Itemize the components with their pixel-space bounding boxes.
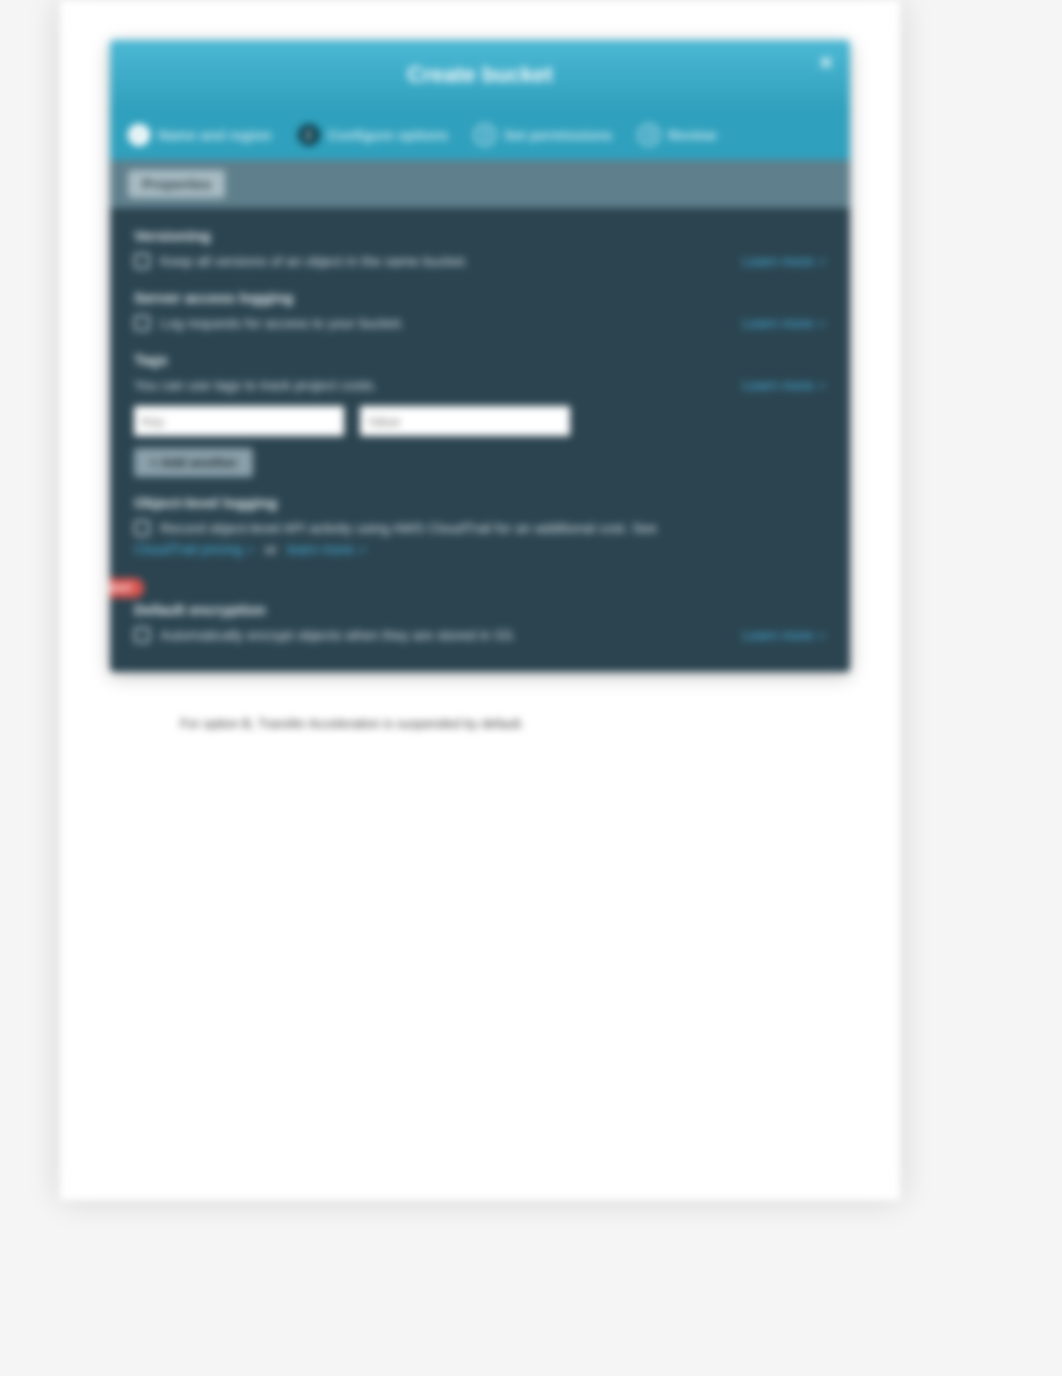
step-2-label: Configure options (328, 127, 449, 143)
sub-bar: Properties (110, 160, 850, 208)
object-logging-checkbox[interactable] (134, 520, 150, 536)
external-icon: ↗ (817, 257, 826, 269)
logging-title: Server access logging (134, 290, 826, 307)
versioning-checkbox[interactable] (134, 253, 150, 269)
external-icon: ↗ (817, 631, 826, 643)
versioning-title: Versioning (134, 228, 826, 245)
tag-key-input[interactable]: Key (134, 406, 344, 436)
logging-group: Server access logging Log requests for a… (134, 290, 826, 334)
step-1-indicator: ✓ (128, 124, 150, 146)
step-1-label: Name and region (158, 127, 272, 143)
object-logging-group: Object-level logging Record object-level… (134, 495, 826, 560)
step-set-permissions[interactable]: 3 Set permissions (464, 120, 622, 150)
or-text: or (265, 539, 277, 560)
tags-title: Tags (134, 352, 826, 369)
object-logging-desc: Record object-level API activity using A… (160, 518, 826, 539)
step-2-indicator: 2 (298, 124, 320, 146)
step-configure-options[interactable]: 2 Configure options (288, 120, 459, 150)
external-icon: ↗ (245, 545, 254, 557)
encryption-desc: Automatically encrypt objects when they … (160, 625, 732, 646)
close-icon[interactable]: × (814, 52, 838, 76)
logging-learn-more-link[interactable]: Learn more↗ (742, 313, 826, 334)
step-3-indicator: 3 (474, 124, 496, 146)
step-4-indicator: 4 (638, 124, 660, 146)
create-bucket-dialog: Create bucket × ✓ Name and region 2 Conf… (110, 40, 850, 672)
cloudtrail-pricing-link[interactable]: CloudTrail pricing↗ (134, 539, 255, 560)
step-4-label: Review (668, 127, 716, 143)
dialog-header: Create bucket × (110, 40, 850, 110)
logging-desc: Log requests for access to your bucket. (160, 313, 732, 334)
add-tag-button[interactable]: + Add another (134, 448, 253, 477)
tags-learn-more-link[interactable]: Learn more↗ (742, 375, 826, 396)
object-logging-learn-more-link[interactable]: learn more↗ (287, 539, 366, 560)
tag-value-input[interactable]: Value (360, 406, 570, 436)
encryption-checkbox[interactable] (134, 627, 150, 643)
encryption-group: Default encryption Automatically encrypt… (134, 602, 826, 646)
versioning-learn-more-link[interactable]: Learn more↗ (742, 251, 826, 272)
new-badge: New! (110, 578, 144, 598)
external-icon: ↗ (817, 319, 826, 331)
versioning-desc: Keep all versions of an object in the sa… (160, 251, 732, 272)
step-review[interactable]: 4 Review (628, 120, 726, 150)
encryption-title: Default encryption (134, 602, 826, 619)
tags-group: Tags You can use tags to track project c… (134, 352, 826, 477)
options-panel: Versioning Keep all versions of an objec… (110, 208, 850, 672)
versioning-group: Versioning Keep all versions of an objec… (134, 228, 826, 272)
logging-checkbox[interactable] (134, 315, 150, 331)
external-icon: ↗ (357, 545, 366, 557)
tags-desc: You can use tags to track project costs. (134, 375, 732, 396)
step-3-label: Set permissions (504, 127, 612, 143)
encryption-learn-more-link[interactable]: Learn more↗ (742, 625, 826, 646)
dialog-title: Create bucket (407, 62, 553, 88)
external-icon: ↗ (817, 381, 826, 393)
tab-properties[interactable]: Properties (128, 170, 225, 198)
object-logging-title: Object-level logging (134, 495, 826, 512)
wizard-steps: ✓ Name and region 2 Configure options 3 … (110, 110, 850, 160)
step-name-region[interactable]: ✓ Name and region (118, 120, 282, 150)
caption-note: For option B, Transfer Acceleration is s… (180, 716, 524, 731)
